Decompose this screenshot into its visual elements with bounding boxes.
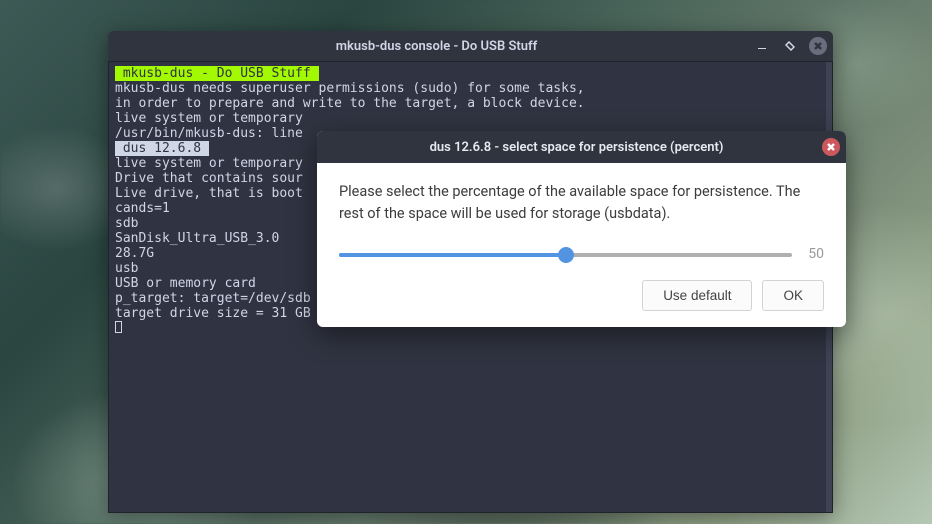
minimize-button[interactable] — [753, 37, 771, 55]
terminal-line: sdb — [115, 216, 138, 231]
terminal-line: target drive size = 31 GB — [115, 306, 311, 321]
window-controls — [753, 37, 827, 55]
dialog-body: Please select the percentage of the avai… — [317, 163, 846, 327]
terminal-cursor — [115, 321, 122, 333]
persistence-slider[interactable] — [339, 246, 792, 264]
maximize-button[interactable] — [781, 37, 799, 55]
ok-button[interactable]: OK — [762, 280, 824, 311]
terminal-line: Drive that contains sour — [115, 171, 303, 186]
persistence-dialog: dus 12.6.8 - select space for persistenc… — [317, 131, 846, 327]
dialog-button-row: Use default OK — [339, 280, 824, 311]
terminal-line: p_target: target=/dev/sdb — [115, 291, 311, 306]
dialog-message: Please select the percentage of the avai… — [339, 181, 824, 226]
dialog-titlebar[interactable]: dus 12.6.8 - select space for persistenc… — [317, 131, 846, 163]
terminal-line: live system or temporary — [115, 111, 303, 126]
terminal-line: in order to prepare and write to the tar… — [115, 96, 585, 111]
terminal-line: mkusb-dus needs superuser permissions (s… — [115, 81, 585, 96]
terminal-titlebar[interactable]: mkusb-dus console - Do USB Stuff — [108, 31, 833, 61]
use-default-button[interactable]: Use default — [642, 280, 752, 311]
terminal-line: 28.7G — [115, 246, 154, 261]
dialog-close-button[interactable] — [822, 138, 840, 156]
terminal-line: /usr/bin/mkusb-dus: line — [115, 126, 303, 141]
terminal-title: mkusb-dus console - Do USB Stuff — [120, 39, 753, 54]
slider-value-label: 50 — [802, 244, 824, 266]
close-button[interactable] — [809, 37, 827, 55]
terminal-line: USB or memory card — [115, 276, 256, 291]
terminal-line-highlight: dus 12.6.8 — [115, 141, 209, 156]
slider-thumb[interactable] — [558, 247, 574, 263]
terminal-line: usb — [115, 261, 138, 276]
terminal-line: live system or temporary — [115, 156, 303, 171]
terminal-line-highlight: mkusb-dus - Do USB Stuff — [115, 66, 319, 81]
slider-row: 50 — [339, 244, 824, 266]
dialog-title: dus 12.6.8 - select space for persistenc… — [331, 140, 822, 155]
slider-fill — [339, 253, 566, 257]
terminal-line: SanDisk_Ultra_USB_3.0 — [115, 231, 279, 246]
terminal-line: cands=1 — [115, 201, 170, 216]
terminal-line: Live drive, that is boot — [115, 186, 303, 201]
